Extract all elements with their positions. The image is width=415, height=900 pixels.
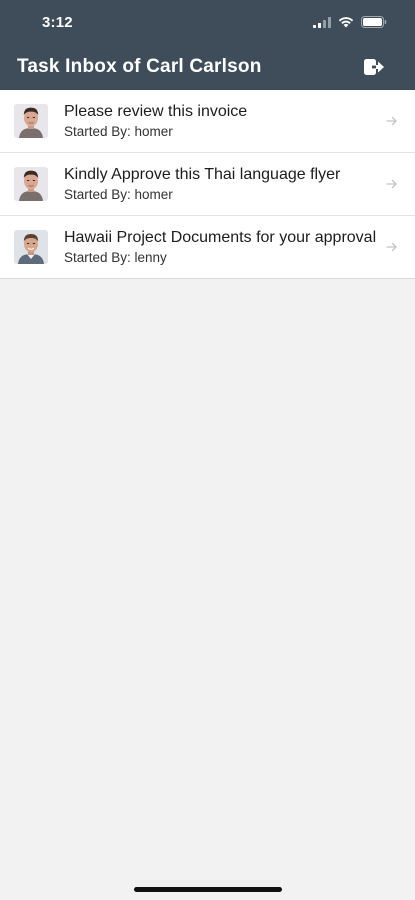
task-list: Please review this invoice Started By: h… <box>0 90 415 279</box>
task-started-by: Started By: homer <box>64 187 173 202</box>
logout-button[interactable] <box>361 54 387 80</box>
task-row[interactable]: Please review this invoice Started By: h… <box>0 90 415 153</box>
task-title: Kindly Approve this Thai language flyer <box>64 166 341 183</box>
page-title: Task Inbox of Carl Carlson <box>17 56 262 77</box>
user-avatar <box>14 230 48 264</box>
task-inbox-screen: 3:12 Task Inbox of Carl Carlson Please r… <box>0 0 415 900</box>
home-indicator[interactable] <box>133 887 282 892</box>
task-started-by: Started By: homer <box>64 124 173 139</box>
user-avatar <box>14 167 48 201</box>
task-text: Hawaii Project Documents for your approv… <box>64 228 377 266</box>
task-row[interactable]: Hawaii Project Documents for your approv… <box>0 216 415 278</box>
task-row[interactable]: Kindly Approve this Thai language flyer … <box>0 153 415 216</box>
header: Task Inbox of Carl Carlson <box>0 44 415 90</box>
user-avatar <box>14 104 48 138</box>
battery-icon <box>361 16 387 28</box>
app-top-bar: 3:12 Task Inbox of Carl Carlson <box>0 0 415 90</box>
wifi-icon <box>338 17 354 28</box>
arrow-right-icon <box>385 242 399 252</box>
status-icons <box>313 16 387 28</box>
task-title: Hawaii Project Documents for your approv… <box>64 229 377 246</box>
logout-icon <box>364 59 384 75</box>
task-text: Kindly Approve this Thai language flyer … <box>64 165 377 203</box>
task-text: Please review this invoice Started By: h… <box>64 102 377 140</box>
arrow-right-icon <box>385 116 399 126</box>
signal-icon <box>313 16 331 28</box>
arrow-right-icon <box>385 179 399 189</box>
task-started-by: Started By: lenny <box>64 250 167 265</box>
status-bar: 3:12 <box>0 0 415 44</box>
task-title: Please review this invoice <box>64 103 248 120</box>
status-time: 3:12 <box>42 13 73 31</box>
